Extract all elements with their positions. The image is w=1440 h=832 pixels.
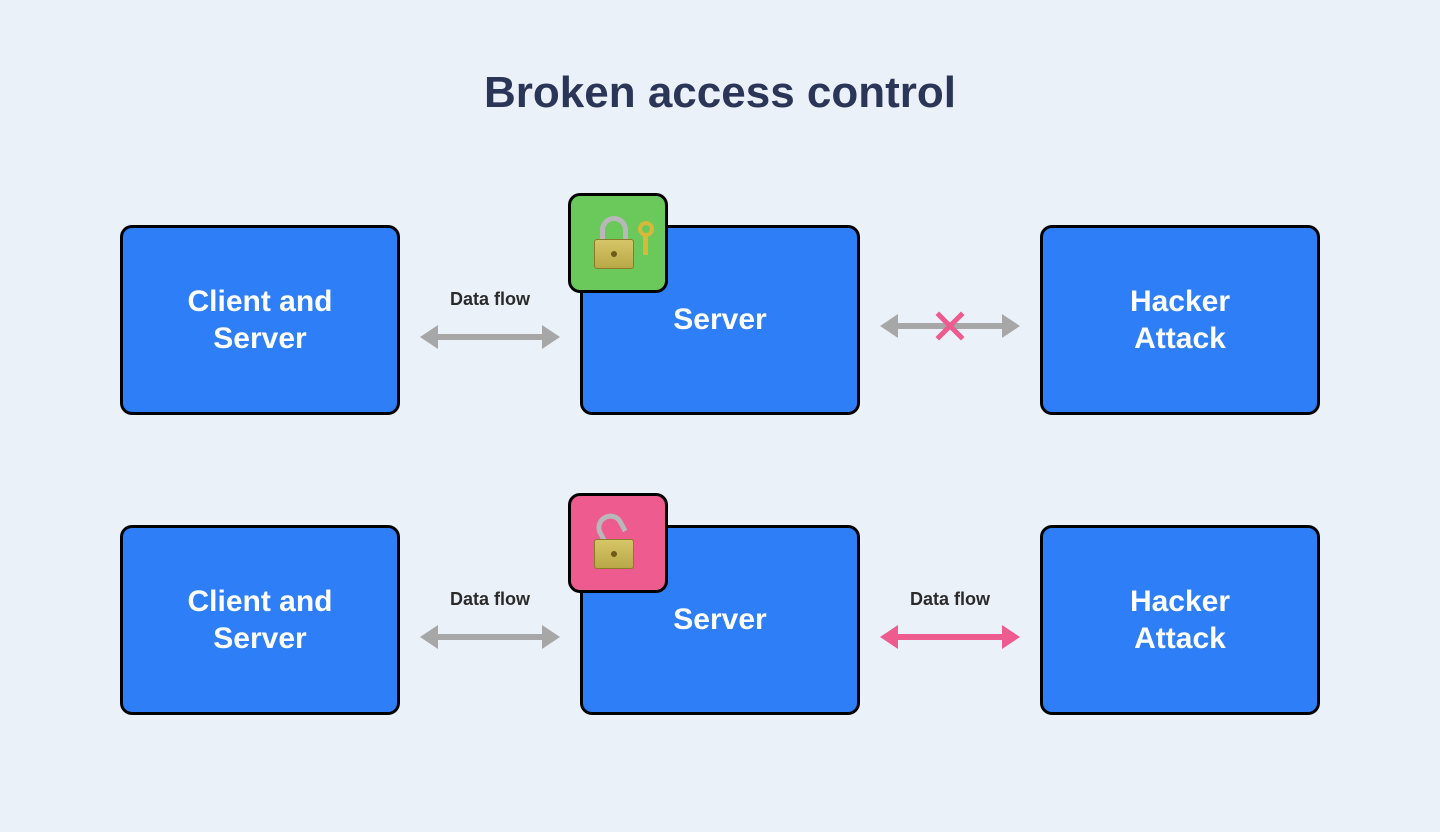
right-connector-open: Data flow <box>860 520 1040 720</box>
right-connector-blocked <box>860 220 1040 420</box>
double-arrow-icon <box>420 622 560 652</box>
locked-badge <box>568 193 668 293</box>
client-server-box: Client andServer <box>120 525 400 715</box>
blocked-arrow-icon <box>880 311 1020 341</box>
hacker-attack-label: HackerAttack <box>1110 583 1250 658</box>
server-label: Server <box>653 301 786 339</box>
data-flow-label: Data flow <box>450 289 530 310</box>
server-label: Server <box>653 601 786 639</box>
hacker-attack-label: HackerAttack <box>1110 283 1250 358</box>
server-box: Server <box>580 525 860 715</box>
open-padlock-icon <box>588 513 648 573</box>
double-arrow-icon <box>880 622 1020 652</box>
hacker-attack-box: HackerAttack <box>1040 225 1320 415</box>
unlocked-badge <box>568 493 668 593</box>
server-box: Server <box>580 225 860 415</box>
client-server-box: Client andServer <box>120 225 400 415</box>
diagram-title: Broken access control <box>484 68 956 118</box>
diagram-container: Client andServer Data flow <box>120 220 1320 820</box>
flow-row-secure: Client andServer Data flow <box>120 220 1320 420</box>
key-icon <box>634 221 654 241</box>
client-server-label: Client andServer <box>167 283 352 358</box>
data-flow-label: Data flow <box>910 589 990 610</box>
block-cross-icon <box>935 311 965 341</box>
left-connector: Data flow <box>400 520 580 720</box>
locked-padlock-icon <box>588 213 648 273</box>
client-server-label: Client andServer <box>167 583 352 658</box>
double-arrow-icon <box>420 322 560 352</box>
flow-row-broken: Client andServer Data flow Server Data f… <box>120 520 1320 720</box>
hacker-attack-box: HackerAttack <box>1040 525 1320 715</box>
data-flow-label: Data flow <box>450 589 530 610</box>
left-connector: Data flow <box>400 220 580 420</box>
